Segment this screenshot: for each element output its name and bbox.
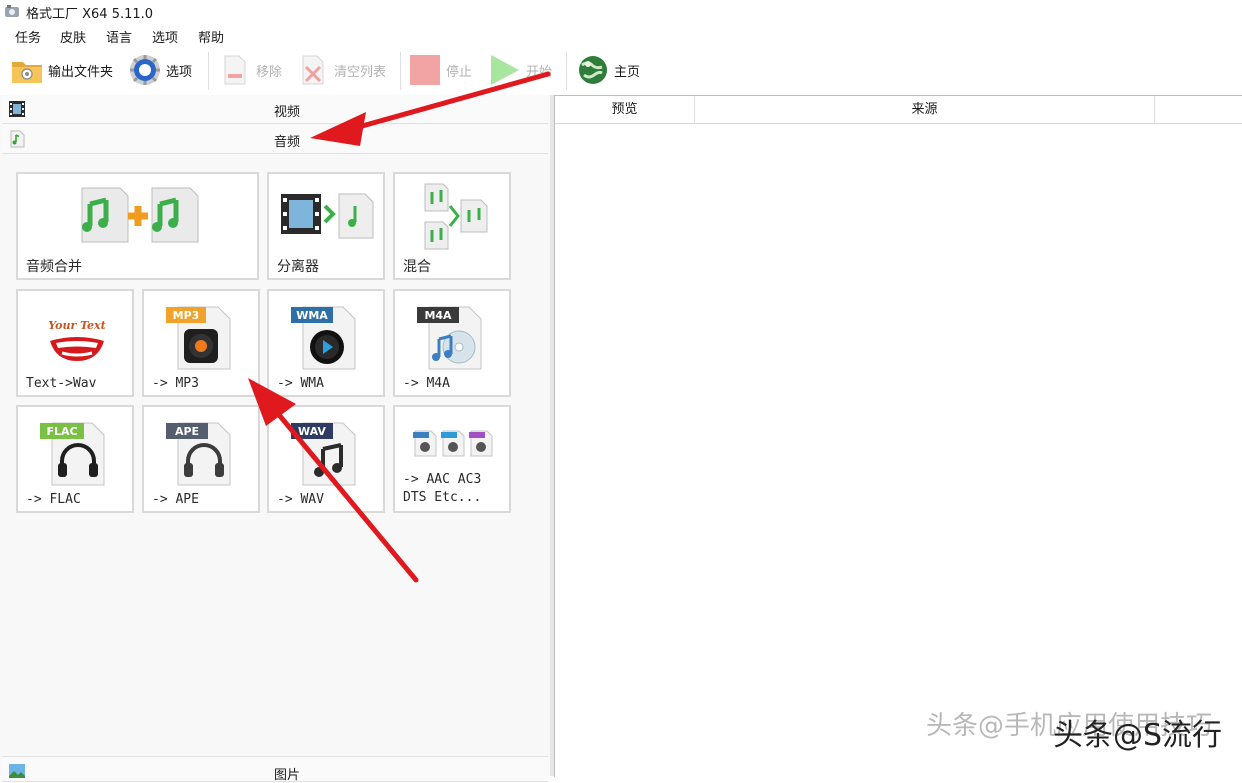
category-video[interactable]: 视频 xyxy=(2,95,548,124)
tile-to-aac-ac3-dts-label: -> AAC AC3 DTS Etc... xyxy=(403,472,482,505)
column-source[interactable]: 来源 xyxy=(695,96,1155,124)
ape-file-icon: APE xyxy=(166,422,231,486)
mp3-file-icon: MP3 xyxy=(166,306,231,370)
tile-to-m4a[interactable]: M4A -> M4A xyxy=(393,289,511,397)
home-button[interactable]: 主页 xyxy=(576,48,640,92)
tile-text-to-wav-label: Text->Wav xyxy=(26,376,97,391)
menu-task[interactable]: 任务 xyxy=(15,27,41,46)
folder-icon xyxy=(12,62,42,83)
ape-badge: APE xyxy=(175,425,199,438)
menu-bar: 任务 皮肤 语言 选项 帮助 xyxy=(0,24,600,46)
gear-icon xyxy=(130,55,160,85)
options-button[interactable]: 选项 xyxy=(128,48,192,92)
tile-to-flac[interactable]: FLAC -> FLAC xyxy=(16,405,134,513)
wav-file-icon: WAV xyxy=(291,422,356,486)
speaking-mouth-icon: Your Text xyxy=(48,319,106,361)
output-folder-button[interactable]: 输出文件夹 xyxy=(10,48,113,92)
tile-to-m4a-label: -> M4A xyxy=(403,376,450,391)
toolbar-divider xyxy=(566,52,567,90)
tile-text-to-wav[interactable]: Your Text Text->Wav xyxy=(16,289,134,397)
flac-badge: FLAC xyxy=(46,425,77,438)
column-extra[interactable] xyxy=(1155,96,1242,124)
watermark: 头条@手机应用使用技巧 头条@S流行 xyxy=(926,710,1222,754)
stop-button[interactable]: 停止 xyxy=(408,48,472,92)
tile-to-ape-label: -> APE xyxy=(152,492,199,507)
tile-to-wma-label: -> WMA xyxy=(277,376,324,391)
splitter-icon xyxy=(281,193,374,239)
category-image[interactable]: 图片 xyxy=(2,756,548,783)
menu-skin[interactable]: 皮肤 xyxy=(60,27,86,46)
category-image-label: 图片 xyxy=(273,768,300,783)
toolbar-divider xyxy=(208,52,209,90)
options-label: 选项 xyxy=(166,64,193,80)
wma-file-icon: WMA xyxy=(291,306,356,370)
tile-audio-merge[interactable]: 音频合并 xyxy=(16,172,259,280)
menu-options[interactable]: 选项 xyxy=(152,27,178,46)
home-label: 主页 xyxy=(614,64,641,80)
remove-label: 移除 xyxy=(256,64,283,80)
mix-icon xyxy=(424,183,488,250)
category-panel: 视频 音频 音频合并 分离器 混合 Your Text Text->Wav MP… xyxy=(0,95,550,783)
menu-help[interactable]: 帮助 xyxy=(198,27,224,46)
tile-to-wav[interactable]: WAV -> WAV xyxy=(267,405,385,513)
globe-icon xyxy=(579,56,607,84)
title-bar: 格式工厂 X64 5.11.0 xyxy=(0,0,1242,22)
wma-badge: WMA xyxy=(296,309,328,322)
toolbar: 输出文件夹 选项 移除 清空列表 停止 开始 主页 xyxy=(0,48,1242,94)
toolbar-divider xyxy=(400,52,401,90)
tile-to-ape[interactable]: APE -> APE xyxy=(142,405,260,513)
category-audio[interactable]: 音频 xyxy=(2,125,548,154)
multi-format-icon xyxy=(413,430,493,457)
task-list: 预览 来源 xyxy=(554,95,1242,777)
tile-audio-merge-label: 音频合并 xyxy=(26,259,82,275)
remove-icon xyxy=(224,55,246,85)
column-preview[interactable]: 预览 xyxy=(555,96,695,124)
wav-badge: WAV xyxy=(298,425,326,438)
start-label: 开始 xyxy=(526,64,553,80)
clear-list-label: 清空列表 xyxy=(334,64,387,80)
tile-mix[interactable]: 混合 xyxy=(393,172,511,280)
output-folder-label: 输出文件夹 xyxy=(48,64,114,80)
format-factory-app-icon xyxy=(5,5,19,17)
m4a-badge: M4A xyxy=(424,309,452,322)
category-video-label: 视频 xyxy=(273,105,300,120)
remove-button[interactable]: 移除 xyxy=(218,48,282,92)
flac-file-icon: FLAC xyxy=(40,422,105,486)
your-text-badge: Your Text xyxy=(48,319,105,332)
m4a-file-icon: M4A xyxy=(417,306,482,370)
watermark-main: 头条@S流行 xyxy=(1052,718,1222,753)
tile-to-mp3[interactable]: MP3 -> MP3 xyxy=(142,289,260,397)
stop-icon xyxy=(410,55,440,85)
clear-list-button[interactable]: 清空列表 xyxy=(296,48,386,92)
tile-to-flac-label: -> FLAC xyxy=(26,492,81,507)
play-icon xyxy=(491,55,519,85)
tile-to-aac-ac3-dts[interactable]: -> AAC AC3 DTS Etc... xyxy=(393,405,511,513)
tile-to-wav-label: -> WAV xyxy=(277,492,324,507)
tile-splitter[interactable]: 分离器 xyxy=(267,172,385,280)
audio-merge-icon xyxy=(81,187,199,243)
window-title: 格式工厂 X64 5.11.0 xyxy=(26,7,154,22)
tile-splitter-label: 分离器 xyxy=(277,259,319,275)
tile-to-wma[interactable]: WMA -> WMA xyxy=(267,289,385,397)
clear-list-icon xyxy=(302,55,324,85)
tile-mix-label: 混合 xyxy=(403,259,431,275)
category-audio-label: 音频 xyxy=(273,135,300,150)
mp3-badge: MP3 xyxy=(173,309,200,322)
menu-language[interactable]: 语言 xyxy=(106,27,132,46)
stop-label: 停止 xyxy=(446,64,473,80)
tile-to-mp3-label: -> MP3 xyxy=(152,376,199,391)
start-button[interactable]: 开始 xyxy=(488,48,552,92)
